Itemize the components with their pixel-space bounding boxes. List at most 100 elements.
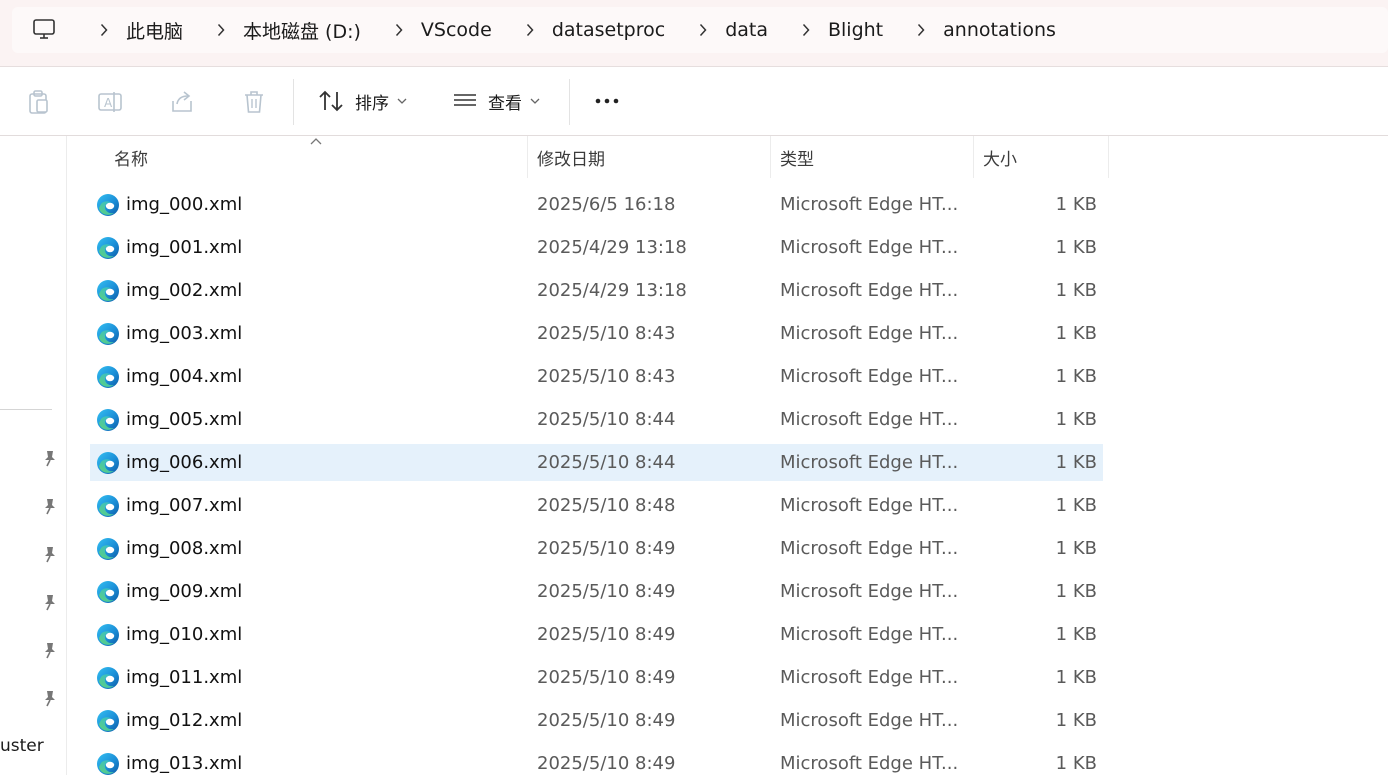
file-row[interactable]: img_002.xml 2025/4/29 13:18 Microsoft Edge…	[90, 272, 1103, 309]
pin-icon[interactable]	[42, 497, 58, 515]
file-row[interactable]: img_010.xml 2025/5/10 8:49 Microsoft Edge …	[90, 616, 1103, 653]
file-date: 2025/5/10 8:49	[537, 710, 676, 731]
file-type: Microsoft Edge HT...	[780, 194, 959, 215]
file-size: 1 KB	[1055, 409, 1097, 430]
file-size: 1 KB	[1055, 495, 1097, 516]
chevron-right-icon[interactable]	[917, 23, 929, 37]
address-bar-region: 此电脑 本地磁盘 (D:) VScode datasetproc data Blight a…	[0, 0, 1388, 67]
file-size: 1 KB	[1055, 581, 1097, 602]
file-type: Microsoft Edge HT...	[780, 366, 959, 387]
file-size: 1 KB	[1055, 753, 1097, 774]
file-name: img_012.xml	[126, 710, 243, 731]
file-date: 2025/6/5 16:18	[537, 194, 676, 215]
column-header-size[interactable]: 大小	[983, 136, 1017, 178]
file-type: Microsoft Edge HT...	[780, 581, 959, 602]
breadcrumb-item[interactable]: Blight	[828, 19, 883, 41]
file-type: Microsoft Edge HT...	[780, 323, 959, 344]
file-row[interactable]: img_006.xml 2025/5/10 8:44 Microsoft Edge …	[90, 444, 1103, 481]
file-date: 2025/4/29 13:18	[537, 237, 687, 258]
edge-icon	[97, 538, 119, 560]
edge-icon	[97, 237, 119, 259]
file-size: 1 KB	[1055, 194, 1097, 215]
column-header-date[interactable]: 修改日期	[537, 136, 605, 178]
file-date: 2025/5/10 8:43	[537, 366, 676, 387]
pin-icon[interactable]	[42, 545, 58, 563]
file-row[interactable]: img_000.xml 2025/6/5 16:18 Microsoft Edge …	[90, 186, 1103, 223]
file-row[interactable]: img_004.xml 2025/5/10 8:43 Microsoft Edge …	[90, 358, 1103, 395]
rename-icon[interactable]: A	[97, 89, 123, 115]
edge-icon	[97, 323, 119, 345]
chevron-down-icon	[530, 98, 540, 104]
sort-label: 排序	[355, 93, 389, 114]
breadcrumb-item[interactable]: 此电脑	[126, 17, 183, 44]
breadcrumb-item[interactable]: VScode	[421, 19, 492, 41]
pin-icon[interactable]	[42, 689, 58, 707]
delete-icon[interactable]	[241, 89, 267, 115]
chevron-right-icon[interactable]	[100, 23, 112, 37]
file-date: 2025/5/10 8:48	[537, 495, 676, 516]
chevron-right-icon[interactable]	[802, 23, 814, 37]
file-row[interactable]: img_005.xml 2025/5/10 8:44 Microsoft Edge …	[90, 401, 1103, 438]
file-date: 2025/5/10 8:43	[537, 323, 676, 344]
paste-icon[interactable]	[25, 89, 51, 115]
breadcrumb[interactable]: 此电脑 本地磁盘 (D:) VScode datasetproc data Blight a…	[12, 7, 1388, 53]
breadcrumb-item[interactable]: datasetproc	[552, 19, 665, 41]
file-date: 2025/5/10 8:49	[537, 581, 676, 602]
breadcrumb-item[interactable]: 本地磁盘 (D:)	[243, 17, 361, 44]
pin-icon[interactable]	[42, 593, 58, 611]
view-label: 查看	[488, 93, 522, 114]
file-date: 2025/5/10 8:44	[537, 452, 676, 473]
chevron-right-icon[interactable]	[217, 23, 229, 37]
monitor-icon[interactable]	[32, 17, 56, 41]
edge-icon	[97, 624, 119, 646]
file-name: img_005.xml	[126, 409, 243, 430]
file-row[interactable]: img_008.xml 2025/5/10 8:49 Microsoft Edge …	[90, 530, 1103, 567]
file-row[interactable]: img_001.xml 2025/4/29 13:18 Microsoft Edge…	[90, 229, 1103, 266]
file-size: 1 KB	[1055, 538, 1097, 559]
column-divider[interactable]	[973, 136, 974, 178]
file-date: 2025/5/10 8:49	[537, 753, 676, 774]
list-view-icon	[454, 94, 476, 106]
file-size: 1 KB	[1055, 452, 1097, 473]
svg-text:A: A	[104, 96, 113, 110]
column-divider[interactable]	[527, 136, 528, 178]
file-row[interactable]: img_003.xml 2025/5/10 8:43 Microsoft Edge …	[90, 315, 1103, 352]
chevron-right-icon[interactable]	[526, 23, 538, 37]
file-row[interactable]: img_007.xml 2025/5/10 8:48 Microsoft Edge …	[90, 487, 1103, 524]
file-date: 2025/5/10 8:49	[537, 624, 676, 645]
file-row[interactable]: img_011.xml 2025/5/10 8:49 Microsoft Edge …	[90, 659, 1103, 696]
file-name: img_004.xml	[126, 366, 243, 387]
toolbar-divider	[293, 79, 294, 125]
edge-icon	[97, 194, 119, 216]
nav-item-label[interactable]: uster	[0, 736, 44, 756]
file-row[interactable]: img_012.xml 2025/5/10 8:49 Microsoft Edge …	[90, 702, 1103, 739]
file-name: img_000.xml	[126, 194, 243, 215]
more-options-icon[interactable]	[594, 95, 622, 107]
column-divider[interactable]	[1108, 136, 1109, 178]
edge-icon	[97, 280, 119, 302]
pin-icon[interactable]	[42, 641, 58, 659]
sort-button[interactable]: 排序	[317, 81, 407, 121]
column-header-name[interactable]: 名称	[114, 136, 148, 178]
file-list: 名称 修改日期 类型 大小 img_000.xml 2025/6/5 16:18 M…	[66, 136, 1388, 775]
file-name: img_011.xml	[126, 667, 243, 688]
view-button[interactable]: 查看	[452, 81, 540, 121]
file-size: 1 KB	[1055, 280, 1097, 301]
pin-icon[interactable]	[42, 449, 58, 467]
file-type: Microsoft Edge HT...	[780, 624, 959, 645]
breadcrumb-item[interactable]: data	[725, 19, 768, 41]
file-name: img_006.xml	[126, 452, 243, 473]
sort-ascending-icon	[310, 138, 322, 145]
file-size: 1 KB	[1055, 710, 1097, 731]
file-type: Microsoft Edge HT...	[780, 409, 959, 430]
file-name: img_002.xml	[126, 280, 243, 301]
column-divider[interactable]	[770, 136, 771, 178]
chevron-right-icon[interactable]	[699, 23, 711, 37]
breadcrumb-item[interactable]: annotations	[943, 19, 1056, 41]
column-header-type[interactable]: 类型	[780, 136, 814, 178]
share-icon[interactable]	[169, 89, 195, 115]
file-row[interactable]: img_009.xml 2025/5/10 8:49 Microsoft Edge …	[90, 573, 1103, 610]
chevron-right-icon[interactable]	[395, 23, 407, 37]
file-date: 2025/5/10 8:49	[537, 667, 676, 688]
file-row[interactable]: img_013.xml 2025/5/10 8:49 Microsoft Edge …	[90, 745, 1103, 782]
